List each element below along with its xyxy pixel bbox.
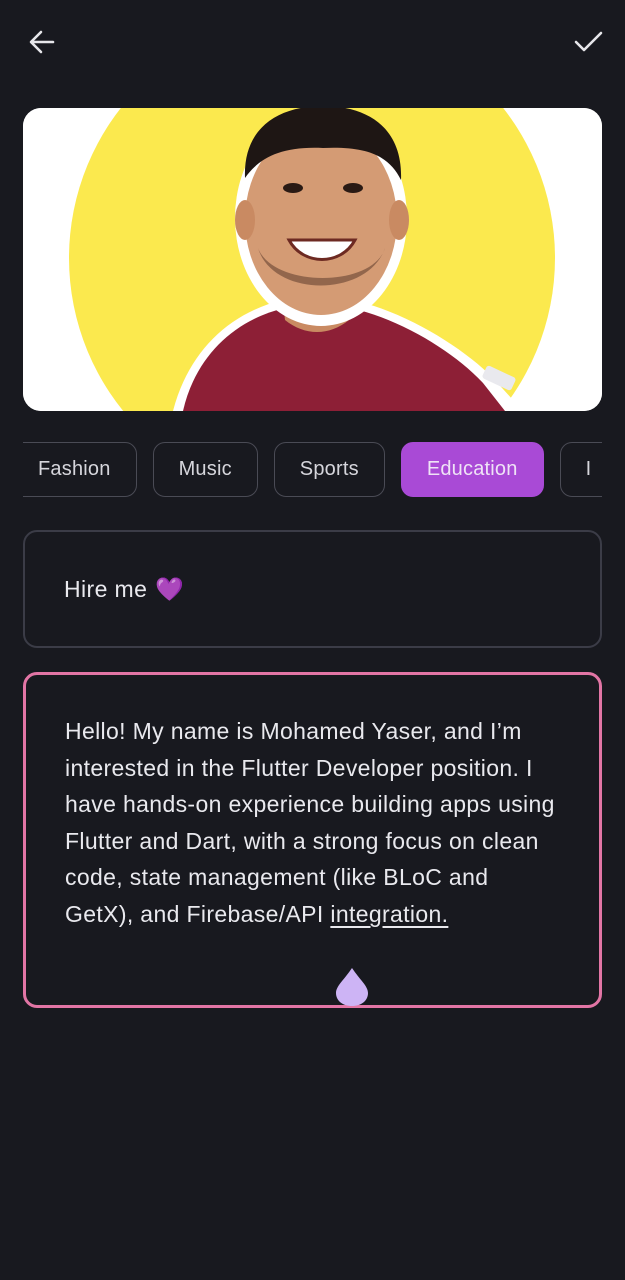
purple-heart-emoji: 💜 xyxy=(155,575,185,602)
description-field[interactable]: Hello! My name is Mohamed Yaser, and I’m… xyxy=(23,672,602,1008)
profile-photo-illustration xyxy=(23,108,602,411)
category-chip-list[interactable]: Fashion Music Sports Education I xyxy=(23,442,602,500)
chip-partial[interactable]: I xyxy=(559,442,602,497)
chip-sports[interactable]: Sports xyxy=(273,442,385,497)
profile-photo[interactable] xyxy=(23,108,602,411)
title-field-value: Hire me xyxy=(64,575,148,602)
back-button[interactable] xyxy=(18,18,66,66)
title-field[interactable]: Hire me 💜 xyxy=(23,530,602,648)
chip-music[interactable]: Music xyxy=(152,442,258,497)
chip-education[interactable]: Education xyxy=(400,442,544,497)
confirm-button[interactable] xyxy=(564,18,612,66)
arrow-left-icon xyxy=(29,30,55,54)
description-field-value: Hello! My name is Mohamed Yaser, and I’m… xyxy=(65,718,555,927)
description-field-composing-word: integration. xyxy=(330,900,449,927)
check-icon xyxy=(574,31,603,52)
text-cursor-handle[interactable] xyxy=(334,966,370,1008)
chip-fashion[interactable]: Fashion xyxy=(23,442,137,497)
